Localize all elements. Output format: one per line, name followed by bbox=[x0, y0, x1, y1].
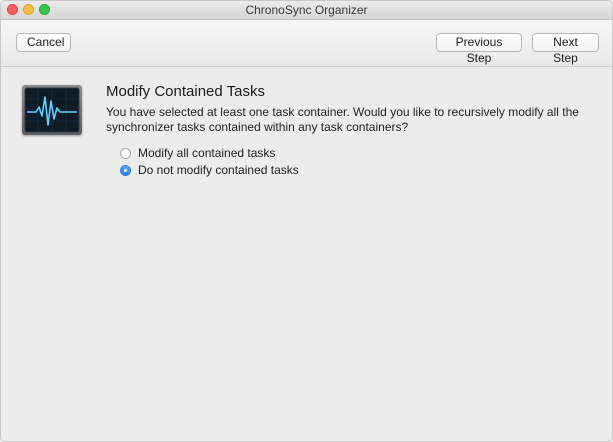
option-label: Do not modify contained tasks bbox=[138, 163, 299, 177]
toolbar: Cancel Previous Step Next Step bbox=[1, 20, 612, 67]
page-title: Modify Contained Tasks bbox=[106, 83, 265, 100]
app-window: ChronoSync Organizer Cancel Previous Ste… bbox=[0, 0, 613, 442]
option-do-not-modify[interactable]: Do not modify contained tasks bbox=[120, 163, 299, 177]
radio-button-selected[interactable] bbox=[120, 164, 131, 176]
option-modify-all[interactable]: Modify all contained tasks bbox=[120, 146, 275, 160]
activity-monitor-icon bbox=[22, 85, 82, 135]
title-bar[interactable]: ChronoSync Organizer bbox=[1, 1, 612, 20]
window-title: ChronoSync Organizer bbox=[245, 3, 368, 17]
description-text: You have selected at least one task cont… bbox=[106, 105, 579, 134]
option-label: Modify all contained tasks bbox=[138, 146, 276, 160]
previous-step-button[interactable]: Previous Step bbox=[436, 33, 522, 65]
next-step-button[interactable]: Next Step bbox=[532, 33, 599, 65]
radio-button[interactable] bbox=[120, 147, 131, 159]
cancel-button[interactable]: Cancel bbox=[16, 33, 71, 52]
